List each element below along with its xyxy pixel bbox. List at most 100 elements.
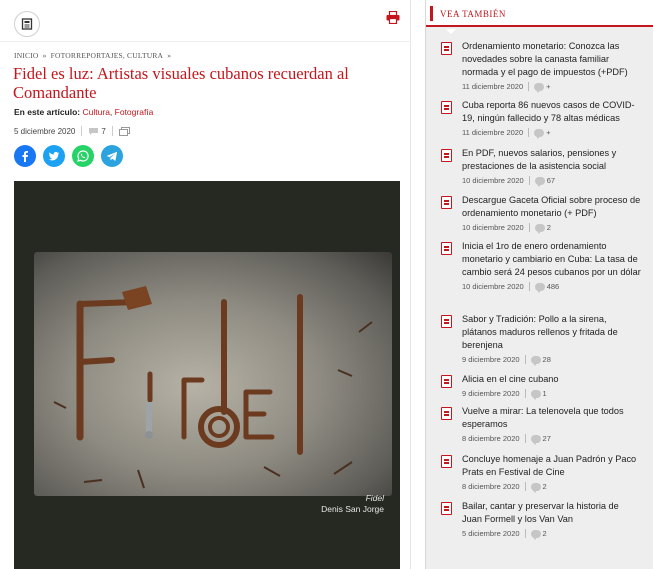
share-buttons bbox=[14, 145, 130, 167]
related-item-comments[interactable]: 28 bbox=[543, 355, 551, 364]
related-item-comments[interactable]: 486 bbox=[547, 282, 560, 291]
sidebar-header: VEA TAMBIÉN bbox=[426, 0, 653, 34]
related-item-title[interactable]: Ordenamiento monetario: Conozca las nove… bbox=[462, 40, 641, 79]
related-item-title[interactable]: En PDF, nuevos salarios, pensiones y pre… bbox=[462, 147, 641, 173]
related-item-date: 8 diciembre 2020 bbox=[462, 434, 520, 443]
related-item-meta: 8 diciembre 2020 2 bbox=[462, 482, 641, 493]
article-toolbar bbox=[0, 0, 411, 42]
related-item-meta: 5 diciembre 2020 2 bbox=[462, 529, 641, 540]
comment-icon bbox=[530, 434, 541, 445]
telegram-icon bbox=[106, 151, 118, 161]
document-icon bbox=[441, 196, 452, 209]
related-item[interactable]: Ordenamiento monetario: Conozca las nove… bbox=[441, 40, 641, 93]
share-twitter-button[interactable] bbox=[43, 145, 65, 167]
related-item[interactable]: Cuba reporta 86 nuevos casos de COVID-19… bbox=[441, 99, 641, 139]
article-photo[interactable]: Fidel Denis San Jorge bbox=[14, 181, 400, 569]
breadcrumb-section[interactable]: FOTORREPORTAJES, CULTURA bbox=[51, 51, 164, 60]
whatsapp-icon bbox=[77, 150, 89, 162]
share-telegram-button[interactable] bbox=[101, 145, 123, 167]
document-icon bbox=[441, 42, 452, 55]
related-item-comments[interactable]: 2 bbox=[543, 529, 547, 538]
related-item-title[interactable]: Concluye homenaje a Juan Padrón y Paco P… bbox=[462, 453, 641, 479]
share-whatsapp-button[interactable] bbox=[72, 145, 94, 167]
related-item[interactable]: Vuelve a mirar: La telenovela que todos … bbox=[441, 405, 641, 445]
comment-icon bbox=[534, 128, 545, 139]
related-item-meta: 10 diciembre 2020 67 bbox=[462, 176, 641, 187]
related-item[interactable]: Inicia el 1ro de enero ordenamiento mone… bbox=[441, 240, 641, 293]
reader-icon bbox=[21, 18, 33, 30]
meta-divider bbox=[81, 126, 83, 136]
related-item-title[interactable]: Descargue Gaceta Oficial sobre proceso d… bbox=[462, 194, 641, 220]
comment-icon bbox=[530, 355, 541, 366]
document-icon bbox=[441, 375, 452, 388]
printer-icon bbox=[386, 10, 400, 24]
photo-gallery-icon[interactable] bbox=[118, 126, 130, 136]
breadcrumb-separator: » bbox=[167, 51, 172, 60]
comment-icon bbox=[534, 82, 545, 93]
related-item-comments[interactable]: 2 bbox=[543, 482, 547, 491]
sidebar-header-pointer bbox=[446, 29, 456, 34]
related-item-comments[interactable]: 27 bbox=[543, 434, 551, 443]
share-facebook-button[interactable] bbox=[14, 145, 36, 167]
related-item-title[interactable]: Cuba reporta 86 nuevos casos de COVID-19… bbox=[462, 99, 641, 125]
related-item-title[interactable]: Alicia en el cine cubano bbox=[462, 373, 641, 386]
related-item-title[interactable]: Sabor y Tradición: Pollo a la sirena, pl… bbox=[462, 313, 641, 352]
document-icon bbox=[441, 315, 452, 328]
related-item-meta: 9 diciembre 2020 1 bbox=[462, 389, 641, 400]
related-item-title[interactable]: Inicia el 1ro de enero ordenamiento mone… bbox=[462, 240, 641, 279]
related-item[interactable]: Bailar, cantar y preservar la historia d… bbox=[441, 500, 641, 540]
related-item-meta: 10 diciembre 2020 486 bbox=[462, 282, 641, 293]
related-item-date: 10 diciembre 2020 bbox=[462, 282, 524, 291]
sidebar-header-accent bbox=[430, 6, 433, 21]
related-item-comments[interactable]: 1 bbox=[543, 389, 547, 398]
related-item-title[interactable]: Vuelve a mirar: La telenovela que todos … bbox=[462, 405, 641, 431]
related-item-date: 11 diciembre 2020 bbox=[462, 82, 524, 91]
related-item-meta: 8 diciembre 2020 27 bbox=[462, 434, 641, 445]
related-item[interactable]: Sabor y Tradición: Pollo a la sirena, pl… bbox=[441, 313, 641, 366]
related-item-date: 10 diciembre 2020 bbox=[462, 176, 524, 185]
photo-artwork bbox=[34, 252, 392, 496]
document-icon bbox=[441, 455, 452, 468]
meta-divider bbox=[111, 126, 113, 136]
related-item[interactable]: Alicia en el cine cubano 9 diciembre 202… bbox=[441, 373, 641, 400]
artwork-rusty-tools-lettering bbox=[53, 286, 373, 489]
print-button[interactable] bbox=[384, 8, 402, 26]
related-item-meta: 11 diciembre 2020 + bbox=[462, 128, 641, 139]
breadcrumb-separator: » bbox=[42, 51, 47, 60]
breadcrumb-home[interactable]: INICIO bbox=[14, 51, 39, 60]
tag-link[interactable]: Fotografía bbox=[115, 107, 154, 117]
related-item[interactable]: En PDF, nuevos salarios, pensiones y pre… bbox=[441, 147, 641, 187]
related-sidebar: VEA TAMBIÉN Ordenamiento monetario: Cono… bbox=[425, 0, 653, 569]
related-item-date: 10 diciembre 2020 bbox=[462, 223, 524, 232]
comment-icon bbox=[534, 282, 545, 293]
related-item[interactable]: Descargue Gaceta Oficial sobre proceso d… bbox=[441, 194, 641, 234]
article-meta: 5 diciembre 2020 7 bbox=[14, 125, 130, 137]
related-item-meta: 10 diciembre 2020 2 bbox=[462, 223, 641, 234]
article-comment-count[interactable]: 7 bbox=[101, 127, 105, 136]
article-title: Fidel es luz: Artistas visuales cubanos … bbox=[13, 64, 349, 102]
document-icon bbox=[441, 242, 452, 255]
comment-icon bbox=[89, 127, 99, 135]
related-item[interactable]: Concluye homenaje a Juan Padrón y Paco P… bbox=[441, 453, 641, 493]
sidebar-title: VEA TAMBIÉN bbox=[440, 9, 506, 19]
related-item-comments[interactable]: 2 bbox=[547, 223, 551, 232]
related-item-date: 9 diciembre 2020 bbox=[462, 355, 520, 364]
photo-caption: Fidel Denis San Jorge bbox=[314, 493, 384, 515]
photo-caption-author: Denis San Jorge bbox=[321, 504, 384, 514]
related-item-comments[interactable]: + bbox=[546, 82, 550, 91]
tag-link[interactable]: Cultura bbox=[83, 107, 110, 117]
comment-icon bbox=[534, 176, 545, 187]
comment-icon bbox=[530, 389, 541, 400]
related-item-title[interactable]: Bailar, cantar y preservar la historia d… bbox=[462, 500, 641, 526]
comment-icon bbox=[530, 482, 541, 493]
related-item-comments[interactable]: + bbox=[546, 128, 550, 137]
related-item-comments[interactable]: 67 bbox=[547, 176, 555, 185]
photo-caption-title: Fidel bbox=[365, 493, 384, 503]
article-tags: En este artículo: Cultura, Fotografía bbox=[14, 107, 154, 117]
related-item-date: 11 diciembre 2020 bbox=[462, 128, 524, 137]
related-item-date: 5 diciembre 2020 bbox=[462, 529, 520, 538]
twitter-icon bbox=[48, 151, 60, 161]
reader-mode-button[interactable] bbox=[14, 11, 40, 37]
document-icon bbox=[441, 502, 452, 515]
facebook-icon bbox=[22, 151, 28, 162]
